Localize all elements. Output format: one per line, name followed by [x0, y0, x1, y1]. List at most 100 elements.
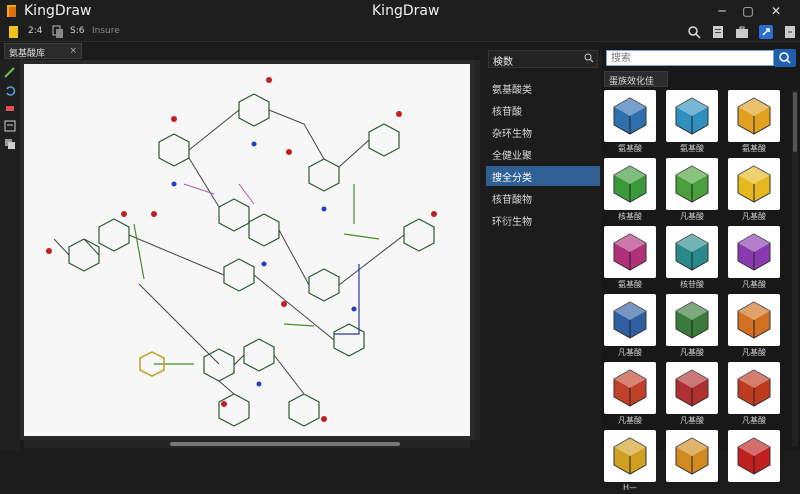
- search-icon: [779, 52, 791, 64]
- card-label: 凡基酸: [618, 416, 642, 425]
- cube-red-icon: [613, 369, 647, 407]
- drawing-canvas[interactable]: [24, 64, 470, 436]
- blocks-green-icon: [675, 301, 709, 339]
- library-card[interactable]: 氨基酸: [604, 226, 656, 290]
- minimize-button[interactable]: ─: [712, 2, 732, 20]
- close-tab-icon[interactable]: ×: [69, 46, 77, 56]
- search-button[interactable]: [774, 49, 796, 67]
- card-thumbnail: [604, 430, 656, 482]
- cube-red-icon: [675, 369, 709, 407]
- card-thumbnail: [728, 362, 780, 414]
- library-card[interactable]: 核基酸: [604, 158, 656, 222]
- cube-teal-icon: [675, 233, 709, 271]
- document-tab[interactable]: 氨基酸库 ×: [4, 43, 82, 59]
- library-card[interactable]: 凡基酸: [666, 362, 718, 426]
- category-search-icon[interactable]: [584, 53, 594, 63]
- zoom-level: S:6: [70, 26, 85, 36]
- card-label: 凡基酸: [742, 416, 766, 425]
- page-icon[interactable]: [8, 25, 20, 39]
- card-label: 核基酸: [618, 212, 642, 221]
- library-card[interactable]: 凡基酸: [604, 362, 656, 426]
- close-window-button[interactable]: ✕: [766, 2, 786, 20]
- eraser-icon[interactable]: [4, 102, 16, 114]
- card-thumbnail: [728, 430, 780, 482]
- library-card[interactable]: 凡基酸: [728, 226, 780, 290]
- card-thumbnail: [666, 90, 718, 142]
- card-thumbnail: [666, 430, 718, 482]
- horizontal-scroll-thumb[interactable]: [170, 442, 400, 446]
- briefcase-icon[interactable]: [734, 24, 750, 40]
- category-item[interactable]: 核苷酸: [486, 100, 600, 120]
- cube-red-icon: [737, 369, 771, 407]
- category-header: 検数: [488, 50, 598, 68]
- pen-tool-icon[interactable]: [4, 66, 16, 78]
- export-icon[interactable]: [782, 24, 798, 40]
- card-thumbnail: [728, 90, 780, 142]
- library-card[interactable]: 凡基酸: [666, 294, 718, 358]
- card-label: 凡基酸: [742, 212, 766, 221]
- molecule-icon: [613, 437, 647, 475]
- kingdraw-logo-icon: [7, 5, 16, 17]
- card-thumbnail: [604, 362, 656, 414]
- document-icon[interactable]: [710, 24, 726, 40]
- cube-purple-icon: [737, 233, 771, 271]
- cube-blue-icon: [675, 97, 709, 135]
- category-item[interactable]: 全健业聚: [486, 144, 600, 164]
- library-card[interactable]: 氨基酸: [666, 90, 718, 154]
- library-card[interactable]: [728, 430, 780, 494]
- library-card[interactable]: 凡基酸: [728, 362, 780, 426]
- card-thumbnail: [604, 226, 656, 278]
- library-card[interactable]: 核苷酸: [666, 226, 718, 290]
- window-title: KingDraw: [372, 3, 440, 19]
- layers-icon[interactable]: [4, 138, 16, 150]
- undo-icon[interactable]: [4, 84, 16, 96]
- card-thumbnail: [666, 362, 718, 414]
- library-card[interactable]: [666, 430, 718, 494]
- library-grid: 氨基酸 氨基酸 氨基酸 核基酸 凡基酸 凡基酸 氨基酸 核苷酸 凡基酸 凡基酸 凡基酸 凡基酸 凡基酸凡…: [604, 90, 790, 492]
- library-card[interactable]: 凡基酸: [666, 158, 718, 222]
- card-label: 氨基酸: [680, 144, 704, 153]
- library-card[interactable]: 氨基酸: [728, 90, 780, 154]
- card-label: 氨基酸: [618, 280, 642, 289]
- library-title: 蛋族效化佳: [604, 71, 668, 87]
- category-item[interactable]: 杂环生物: [486, 122, 600, 142]
- library-card[interactable]: 氨基酸: [604, 90, 656, 154]
- category-item[interactable]: 核苷酸物: [486, 188, 600, 208]
- cube-yellow-icon: [737, 165, 771, 203]
- library-card[interactable]: 凡基酸: [728, 294, 780, 358]
- toolbar: 2:4 S:6 Insure: [0, 22, 800, 42]
- card-label: 核苷酸: [680, 280, 704, 289]
- category-item[interactable]: 搜全分类: [486, 166, 600, 186]
- category-item[interactable]: 氨基酸类: [486, 78, 600, 98]
- search-icon[interactable]: [686, 24, 702, 40]
- library-card[interactable]: H—: [604, 430, 656, 494]
- text-tool-icon[interactable]: [4, 120, 16, 132]
- molecule-drawing: [46, 77, 437, 427]
- category-item[interactable]: 环衍生物: [486, 210, 600, 230]
- cube-green-icon: [613, 165, 647, 203]
- canvas-vertical-scrollbar[interactable]: [474, 60, 480, 440]
- card-thumbnail: [604, 90, 656, 142]
- card-label: 氨基酸: [618, 144, 642, 153]
- card-label: 凡基酸: [618, 348, 642, 357]
- insert-label[interactable]: Insure: [92, 26, 120, 36]
- title-bar: KingDraw KingDraw ─ ▢ ✕: [0, 0, 800, 22]
- library-card[interactable]: 凡基酸: [728, 158, 780, 222]
- cube-multicolor-icon: [613, 97, 647, 135]
- copy-icon[interactable]: [52, 25, 64, 39]
- library-scroll-thumb[interactable]: [793, 92, 797, 152]
- cube-green-icon: [675, 165, 709, 203]
- blocks-orange-icon: [737, 301, 771, 339]
- card-label: 凡基酸: [742, 280, 766, 289]
- molecule-icon: [737, 437, 771, 475]
- cube-orange-icon: [737, 97, 771, 135]
- card-label: 凡基酸: [680, 348, 704, 357]
- card-thumbnail: [728, 158, 780, 210]
- card-label: 凡基酸: [680, 212, 704, 221]
- link-icon[interactable]: [758, 24, 774, 40]
- card-label: 凡基酸: [680, 416, 704, 425]
- library-search-input[interactable]: [606, 50, 774, 66]
- maximize-button[interactable]: ▢: [738, 2, 758, 20]
- library-card[interactable]: 凡基酸: [604, 294, 656, 358]
- page-count: 2:4: [28, 26, 43, 36]
